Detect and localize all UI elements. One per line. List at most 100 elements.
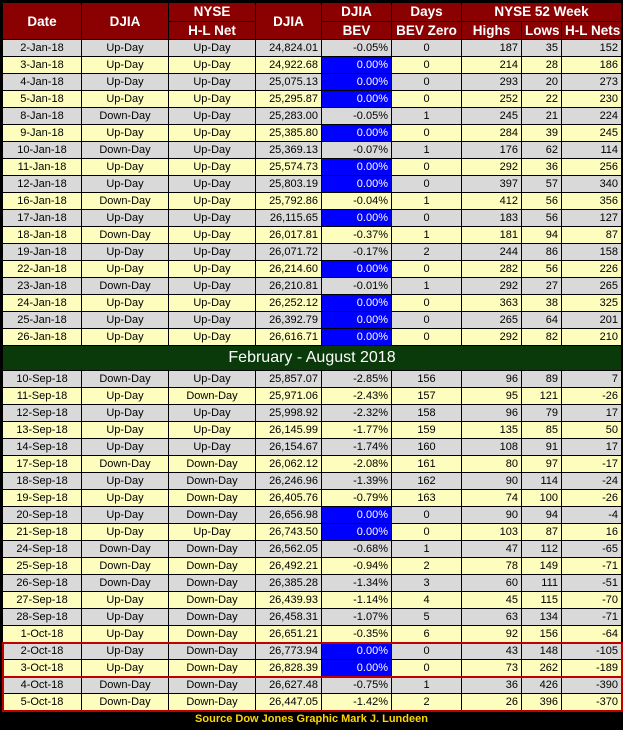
cell-days-bev-zero: 162 [391,472,462,490]
cell-lows: 149 [521,557,562,575]
source-credit: Source Dow Jones Graphic Mark J. Lundeen [195,713,428,725]
cell-hl-nets: 16 [560,523,623,541]
cell-djia-close: 26,562.05 [255,540,322,558]
cell-djia-bev: 0.00% [321,90,392,108]
cell-djia-bev: -0.01% [321,277,392,295]
cell-lows: 156 [521,625,562,643]
cell-lows: 38 [521,294,562,312]
cell-date: 9-Jan-18 [2,124,82,142]
cell-nyse-hl-net: Up-Day [168,124,256,142]
cell-date: 1-Oct-18 [2,625,82,643]
cell-djia-bev: -1.34% [321,574,392,592]
cell-djia-direction: Down-Day [81,226,169,244]
cell-lows: 27 [521,277,562,295]
cell-highs: 282 [461,260,522,278]
cell-date: 5-Oct-18 [2,693,82,711]
cell-nyse-hl-net: Up-Day [168,294,256,312]
cell-djia-direction: Down-Day [81,192,169,210]
cell-highs: 92 [461,625,522,643]
table-row: 16-Jan-18 Down-Day Up-Day 25,792.86 -0.04% 1 4… [2,192,623,210]
cell-nyse-hl-net: Up-Day [168,90,256,108]
cell-nyse-hl-net: Up-Day [168,56,256,74]
cell-lows: 20 [521,73,562,91]
cell-lows: 35 [521,39,562,57]
cell-highs: 60 [461,574,522,592]
cell-hl-nets: 230 [560,90,623,108]
cell-days-bev-zero: 0 [391,90,462,108]
cell-highs: 181 [461,226,522,244]
cell-lows: 21 [521,107,562,125]
cell-date: 10-Jan-18 [2,141,82,159]
table-row: 20-Sep-18 Up-Day Down-Day 26,656.98 0.00% 0 90… [2,506,623,524]
table-row: 25-Sep-18 Down-Day Down-Day 26,492.21 -0.94%… [2,557,623,575]
cell-nyse-hl-net: Down-Day [168,489,256,507]
cell-nyse-hl-net: Up-Day [168,404,256,422]
table-row: 26-Jan-18 Up-Day Up-Day 26,616.71 0.00% 0 292 8… [2,328,623,346]
table-row: 11-Sep-18 Up-Day Down-Day 25,971.06 -2.43% 15… [2,387,623,405]
table-row: 28-Sep-18 Up-Day Down-Day 26,458.31 -1.07% 5 6… [2,608,623,626]
cell-date: 5-Jan-18 [2,90,82,108]
cell-djia-close: 26,246.96 [255,472,322,490]
cell-hl-nets: 201 [560,311,623,329]
cell-highs: 45 [461,591,522,609]
cell-date: 8-Jan-18 [2,107,82,125]
cell-lows: 148 [521,642,562,660]
cell-djia-close: 26,651.21 [255,625,322,643]
cell-djia-direction: Up-Day [81,56,169,74]
cell-hl-nets: 7 [560,370,623,388]
cell-days-bev-zero: 156 [391,370,462,388]
cell-hl-nets: 158 [560,243,623,261]
cell-djia-bev: 0.00% [321,506,392,524]
cell-djia-close: 26,154.67 [255,438,322,456]
cell-date: 23-Jan-18 [2,277,82,295]
table-row: 10-Sep-18 Down-Day Up-Day 25,857.07 -2.85% 15… [2,370,623,388]
cell-days-bev-zero: 0 [391,260,462,278]
cell-days-bev-zero: 2 [391,243,462,261]
cell-date: 3-Jan-18 [2,56,82,74]
cell-lows: 56 [521,260,562,278]
cell-lows: 39 [521,124,562,142]
cell-djia-direction: Up-Day [81,608,169,626]
cell-djia-bev: 0.00% [321,642,392,660]
cell-djia-direction: Up-Day [81,294,169,312]
cell-highs: 74 [461,489,522,507]
cell-djia-direction: Up-Day [81,39,169,57]
cell-nyse-hl-net: Down-Day [168,387,256,405]
cell-djia-bev: -2.08% [321,455,392,473]
cell-highs: 78 [461,557,522,575]
cell-djia-close: 26,062.12 [255,455,322,473]
cell-lows: 86 [521,243,562,261]
cell-lows: 28 [521,56,562,74]
cell-hl-nets: 17 [560,438,623,456]
cell-djia-close: 26,773.94 [255,642,322,660]
table-row: 2-Oct-18 Up-Day Down-Day 26,773.94 0.00% 0 43 1… [2,642,623,660]
cell-djia-bev: 0.00% [321,158,392,176]
cell-hl-nets: -64 [560,625,623,643]
cell-highs: 293 [461,73,522,91]
cell-days-bev-zero: 0 [391,506,462,524]
table-row: 21-Sep-18 Up-Day Up-Day 26,743.50 0.00% 0 103 8… [2,523,623,541]
cell-date: 12-Sep-18 [2,404,82,422]
table-row: 5-Oct-18 Down-Day Down-Day 26,447.05 -1.42% 2… [2,693,623,711]
cell-date: 24-Jan-18 [2,294,82,312]
cell-lows: 115 [521,591,562,609]
table-row: 18-Jan-18 Down-Day Up-Day 26,017.81 -0.37% 1 1… [2,226,623,244]
cell-date: 4-Jan-18 [2,73,82,91]
cell-djia-close: 26,439.93 [255,591,322,609]
cell-djia-direction: Up-Day [81,73,169,91]
cell-djia-close: 25,998.92 [255,404,322,422]
cell-djia-close: 26,115.65 [255,209,322,227]
cell-hl-nets: 87 [560,226,623,244]
cell-hl-nets: -71 [560,608,623,626]
cell-djia-bev: -2.43% [321,387,392,405]
table-row: 22-Jan-18 Up-Day Up-Day 26,214.60 0.00% 0 282 5… [2,260,623,278]
cell-djia-close: 26,616.71 [255,328,322,346]
september-october-rows: 10-Sep-18 Down-Day Up-Day 25,857.07 -2.85% 15… [2,370,623,711]
table-row: 26-Sep-18 Down-Day Down-Day 26,385.28 -1.34%… [2,574,623,592]
cell-date: 19-Sep-18 [2,489,82,507]
header-date: Date [2,2,82,40]
cell-lows: 64 [521,311,562,329]
cell-djia-close: 25,574.73 [255,158,322,176]
cell-date: 2-Oct-18 [2,642,82,660]
cell-highs: 292 [461,158,522,176]
